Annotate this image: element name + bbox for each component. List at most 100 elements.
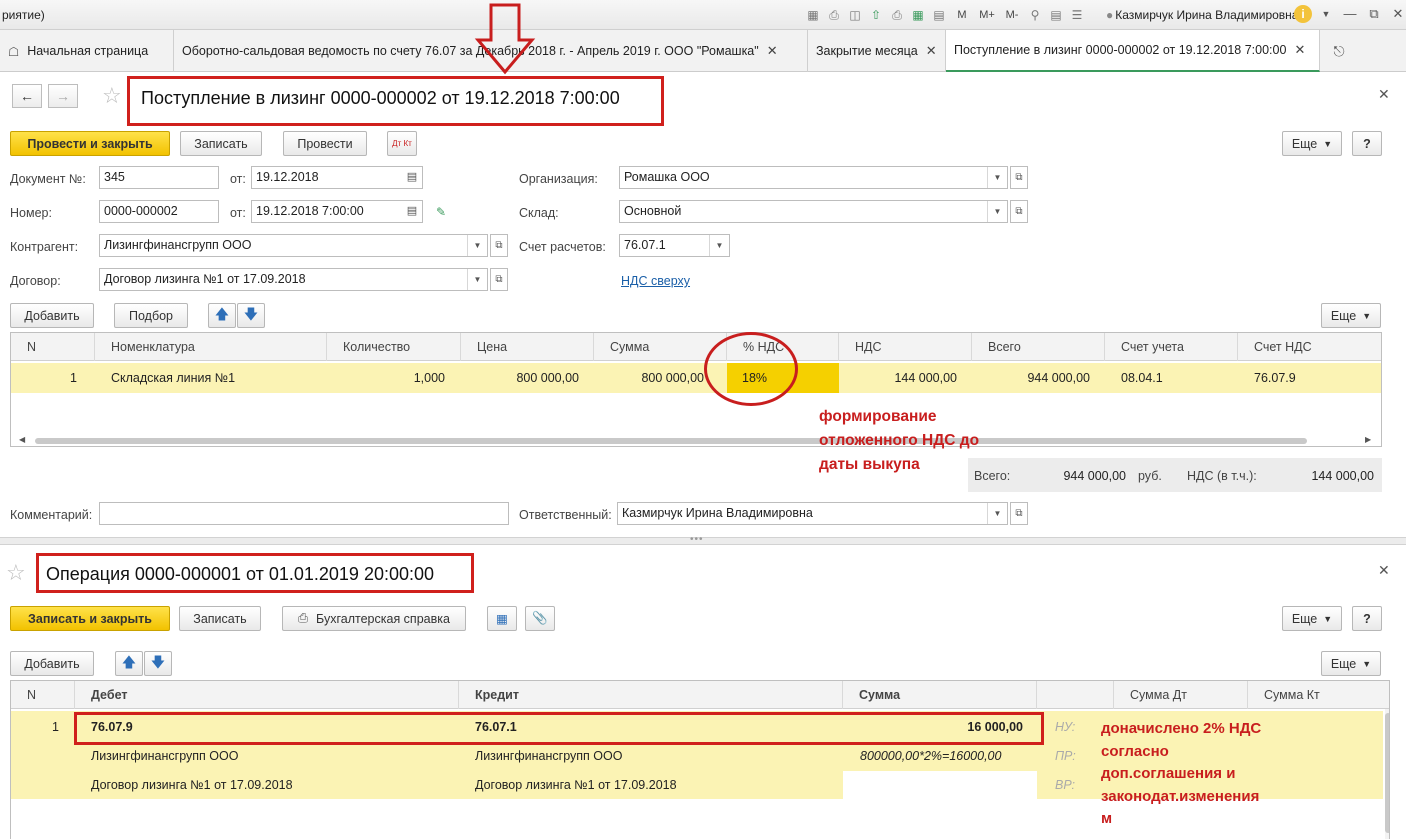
zoom-icon[interactable]: ⚲ xyxy=(1026,6,1044,24)
contract-field[interactable]: Договор лизинга №1 от 17.09.2018 ▼ xyxy=(99,268,488,291)
number-date-field[interactable]: 19.12.2018 7:00:00 ▤ xyxy=(251,200,423,223)
calendar-icon[interactable]: ▤ xyxy=(930,6,948,24)
panel-splitter[interactable]: ••• xyxy=(0,534,1406,545)
col-header-n[interactable]: N xyxy=(11,681,75,709)
chevron-down-icon[interactable]: ▼ xyxy=(987,201,1007,222)
dtkt-icon[interactable]: Дт Кт xyxy=(387,131,417,156)
open-icon[interactable]: ⧉ xyxy=(490,234,508,257)
col-header-account[interactable]: Счет учета xyxy=(1105,333,1238,361)
restore-icon[interactable]: ⧉ xyxy=(1364,5,1384,23)
col-header-vat[interactable]: НДС xyxy=(839,333,972,361)
info-icon[interactable]: i xyxy=(1294,5,1312,23)
calendar-icon[interactable]: ▤ xyxy=(402,201,422,222)
close-icon[interactable]: ✕ xyxy=(926,43,937,59)
col-header-sum[interactable]: Сумма xyxy=(843,681,1037,709)
memory-button-m[interactable]: M xyxy=(951,6,973,24)
add-row-button[interactable]: Добавить xyxy=(10,651,94,676)
save-button[interactable]: Записать xyxy=(180,131,262,156)
move-up-icon[interactable]: 🡅 xyxy=(115,651,143,676)
tab-home[interactable]: ☖ Начальная страница xyxy=(0,30,174,72)
print2-icon[interactable]: ⎙ xyxy=(888,6,906,24)
print-icon[interactable]: ⎙ xyxy=(825,6,843,24)
scroll-right-icon[interactable]: ▶ xyxy=(1365,435,1371,444)
col-header-tax[interactable] xyxy=(1037,681,1114,709)
close-icon[interactable]: ✕ xyxy=(1378,562,1390,579)
account-field[interactable]: 76.07.1 ▼ xyxy=(619,234,730,257)
save-button[interactable]: Записать xyxy=(179,606,261,631)
vertical-scrollbar-track[interactable] xyxy=(1385,709,1389,839)
chevron-down-icon[interactable]: ▼ xyxy=(987,503,1007,524)
open-icon[interactable]: ⧉ xyxy=(490,268,508,291)
calendar-icon[interactable]: ▤ xyxy=(402,167,422,188)
accounting-report-button[interactable]: ⎙ Бухгалтерская справка xyxy=(282,606,466,631)
col-header-sum-kt[interactable]: Сумма Кт xyxy=(1248,681,1383,709)
favorite-star-icon[interactable]: ☆ xyxy=(102,83,122,109)
history-icon[interactable]: ▤ xyxy=(1047,6,1065,24)
add-row-button[interactable]: Добавить xyxy=(10,303,94,328)
chevron-down-icon[interactable]: ▼ xyxy=(987,167,1007,188)
col-header-qty[interactable]: Количество xyxy=(327,333,461,361)
tab-leasing-receipt[interactable]: Поступление в лизинг 0000-000002 от 19.1… xyxy=(946,30,1320,72)
upload-icon[interactable]: ⇧ xyxy=(867,6,885,24)
col-header-credit[interactable]: Кредит xyxy=(459,681,843,709)
scroll-left-icon[interactable]: ◀ xyxy=(19,435,25,444)
org-field[interactable]: Ромашка ООО ▼ xyxy=(619,166,1008,189)
chevron-down-icon[interactable]: ▼ xyxy=(467,269,487,290)
move-down-icon[interactable]: 🡇 xyxy=(144,651,172,676)
minimize-icon[interactable]: — xyxy=(1340,5,1360,23)
table-more-button[interactable]: Еще ▼ xyxy=(1321,303,1381,328)
col-header-n[interactable]: N xyxy=(11,333,95,361)
calc-icon[interactable]: ▦ xyxy=(909,6,927,24)
pin-icon[interactable]: ⎋ xyxy=(1322,38,1356,64)
responsible-field[interactable]: Казмирчук Ирина Владимировна ▼ xyxy=(617,502,1008,525)
doc-date-field[interactable]: 19.12.2018 ▤ xyxy=(251,166,423,189)
chevron-down-icon[interactable]: ▼ xyxy=(709,235,729,256)
post-button[interactable]: Провести xyxy=(283,131,367,156)
number-field[interactable]: 0000-000002 xyxy=(99,200,219,223)
close-icon[interactable]: ✕ xyxy=(1294,42,1305,58)
pick-button[interactable]: Подбор xyxy=(114,303,188,328)
move-up-icon[interactable]: 🡅 xyxy=(208,303,236,328)
col-header-price[interactable]: Цена xyxy=(461,333,594,361)
chevron-down-icon[interactable]: ▼ xyxy=(467,235,487,256)
structure-icon[interactable]: ▦ xyxy=(487,606,517,631)
vertical-scrollbar-thumb[interactable] xyxy=(1385,713,1389,833)
col-header-item[interactable]: Номенклатура xyxy=(95,333,327,361)
splitter-handle-icon[interactable]: ••• xyxy=(690,534,704,545)
attachment-icon[interactable]: 📎 xyxy=(525,606,555,631)
col-header-vat-account[interactable]: Счет НДС xyxy=(1238,333,1381,361)
doc-no-field[interactable]: 345 xyxy=(99,166,219,189)
close-icon[interactable]: ✕ xyxy=(1378,86,1390,103)
open-icon[interactable]: ⧉ xyxy=(1010,200,1028,223)
horizontal-scrollbar[interactable] xyxy=(35,438,1307,444)
warehouse-field[interactable]: Основной ▼ xyxy=(619,200,1008,223)
forward-button[interactable]: → xyxy=(48,84,78,108)
col-header-total[interactable]: Всего xyxy=(972,333,1105,361)
open-icon[interactable]: ⧉ xyxy=(1010,502,1028,525)
tab-month-close[interactable]: Закрытие месяца ✕ xyxy=(808,30,946,72)
save-icon[interactable]: ▦ xyxy=(804,6,822,24)
col-header-debit[interactable]: Дебет xyxy=(75,681,459,709)
more-button[interactable]: Еще ▼ xyxy=(1282,606,1342,631)
comment-edit-icon[interactable]: ✎ xyxy=(436,205,446,219)
more-button[interactable]: Еще ▼ xyxy=(1282,131,1342,156)
help-button[interactable]: ? xyxy=(1352,606,1382,631)
favorite-star-icon[interactable]: ☆ xyxy=(6,560,26,586)
save-and-close-button[interactable]: Записать и закрыть xyxy=(10,606,170,631)
table-more-button[interactable]: Еще ▼ xyxy=(1321,651,1381,676)
preview-icon[interactable]: ◫ xyxy=(846,6,864,24)
help-button[interactable]: ? xyxy=(1352,131,1382,156)
list-icon[interactable]: ☰ xyxy=(1068,6,1086,24)
post-and-close-button[interactable]: Провести и закрыть xyxy=(10,131,170,156)
memory-button-mplus[interactable]: M+ xyxy=(976,6,998,24)
chevron-down-icon[interactable]: ▼ xyxy=(1316,5,1336,23)
move-down-icon[interactable]: 🡇 xyxy=(237,303,265,328)
col-header-sum-dt[interactable]: Сумма Дт xyxy=(1114,681,1248,709)
vat-on-top-link[interactable]: НДС сверху xyxy=(621,274,690,288)
back-button[interactable]: ← xyxy=(12,84,42,108)
close-icon[interactable]: ✕ xyxy=(767,43,778,59)
memory-button-mminus[interactable]: M- xyxy=(1001,6,1023,24)
comment-field[interactable] xyxy=(99,502,509,525)
current-user[interactable]: ● Казмирчук Ирина Владимировна xyxy=(1106,8,1298,22)
close-icon[interactable]: ✕ xyxy=(1388,5,1406,23)
